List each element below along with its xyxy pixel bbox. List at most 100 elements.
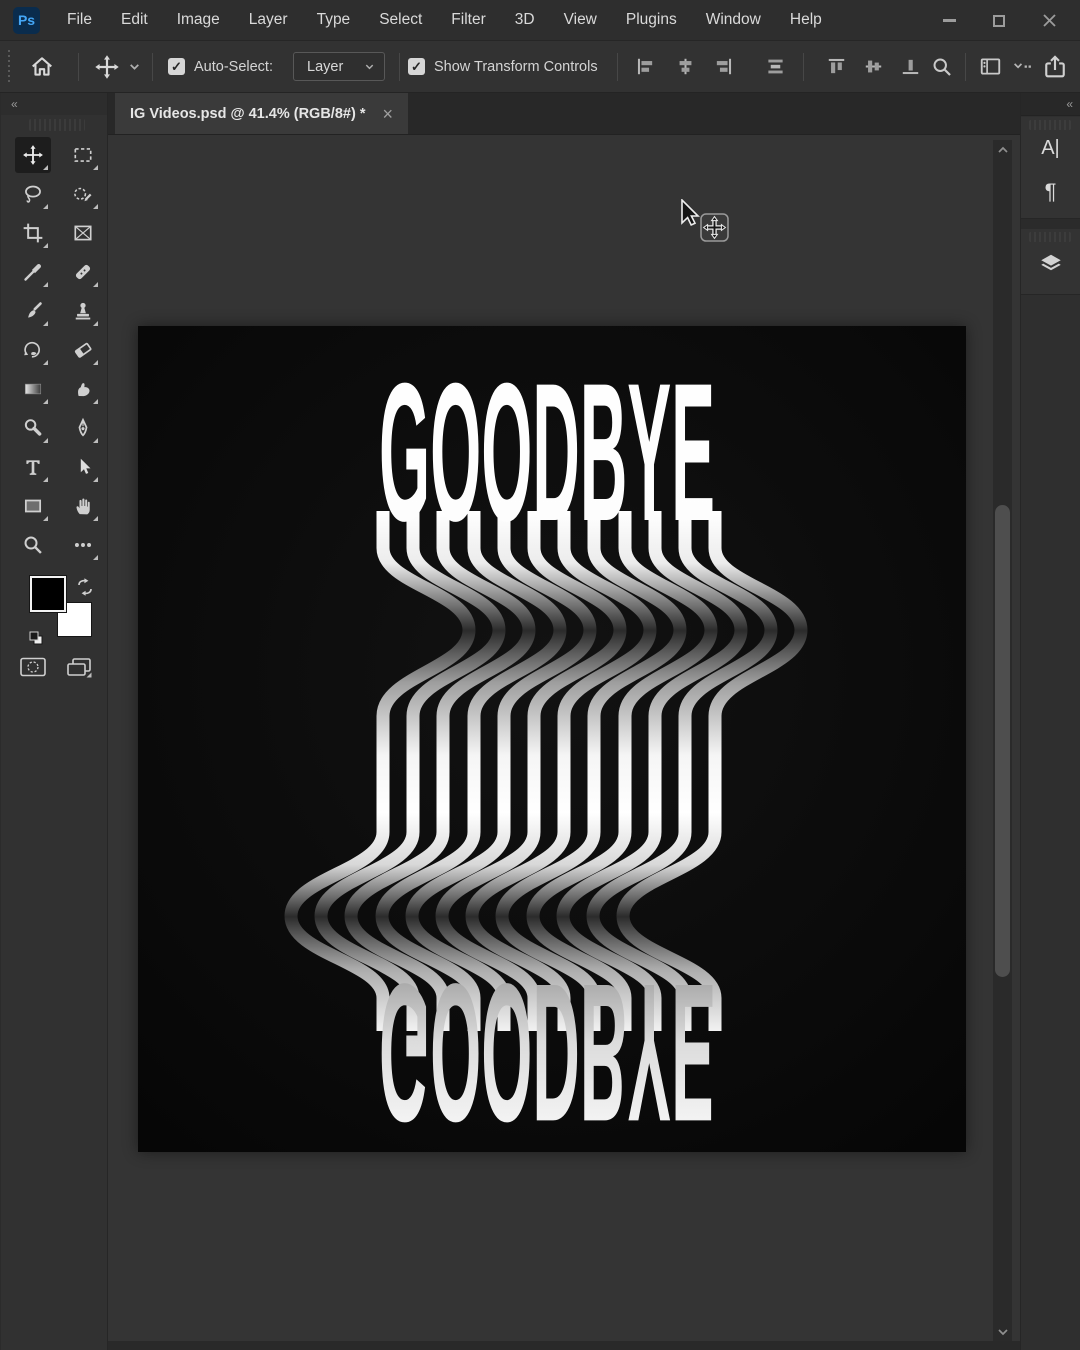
tool-hand[interactable]: [65, 488, 101, 524]
tool-path-selection[interactable]: [65, 449, 101, 485]
tool-eraser[interactable]: [65, 332, 101, 368]
type-icon: [22, 456, 44, 478]
align-left-button[interactable]: [636, 41, 655, 92]
home-button[interactable]: [30, 41, 54, 92]
align-top-icon: [827, 57, 846, 76]
checkbox-checked-icon: ✓: [408, 58, 425, 75]
more-options-button[interactable]: [1012, 41, 1033, 92]
tool-more-options[interactable]: [65, 527, 101, 563]
artwork-word-top-text: GOODBYE: [379, 341, 715, 561]
align-right-button[interactable]: [714, 41, 733, 92]
window-controls: [924, 0, 1074, 41]
photoshop-window: Ps File Edit Image Layer Type Select Fil…: [0, 0, 1080, 1350]
menu-3d[interactable]: 3D: [515, 11, 535, 29]
menu-help[interactable]: Help: [790, 11, 822, 29]
auto-select-target-dropdown[interactable]: Layer: [293, 41, 385, 92]
tool-rectangle[interactable]: [15, 488, 51, 524]
chevron-up-icon: [997, 146, 1009, 154]
dock-collapse-button[interactable]: «: [1021, 93, 1080, 116]
checkbox-checked-icon: ✓: [168, 58, 185, 75]
screen-mode-button[interactable]: [59, 653, 99, 681]
tool-frame[interactable]: [65, 215, 101, 251]
collapse-chevrons-icon: «: [1066, 97, 1072, 111]
tab-close-icon[interactable]: ×: [382, 105, 393, 123]
scrollbar-thumb[interactable]: [995, 505, 1010, 977]
character-panel-button[interactable]: A|: [1029, 129, 1072, 167]
paragraph-panel-icon: ¶: [1045, 179, 1057, 205]
tool-move[interactable]: [15, 137, 51, 173]
menu-type[interactable]: Type: [317, 11, 351, 29]
workspace-button[interactable]: [979, 41, 1002, 92]
tool-dodge[interactable]: [15, 410, 51, 446]
tool-eyedropper[interactable]: [15, 254, 51, 290]
align-right-icon: [714, 57, 733, 76]
canvas-area[interactable]: GOODBYE GOODBYE: [108, 135, 1020, 1350]
tool-type[interactable]: [15, 449, 51, 485]
close-icon: [1042, 13, 1057, 28]
tool-brush[interactable]: [15, 293, 51, 329]
crop-icon: [22, 222, 44, 244]
align-center-horizontal-button[interactable]: [676, 41, 695, 92]
align-search-button[interactable]: [931, 41, 953, 92]
close-button[interactable]: [1024, 0, 1074, 41]
document-artwork[interactable]: GOODBYE GOODBYE: [138, 326, 966, 1152]
layers-panel-group: [1021, 229, 1080, 295]
dock-group-separator: [1021, 219, 1080, 229]
clone-stamp-icon: [72, 300, 94, 322]
show-transform-checkbox[interactable]: ✓: [408, 41, 425, 92]
tool-gradient[interactable]: [15, 371, 51, 407]
default-colors-button[interactable]: [27, 629, 45, 647]
home-icon: [30, 55, 54, 79]
move-tool-preset-button[interactable]: [94, 41, 120, 92]
tool-pen[interactable]: [65, 410, 101, 446]
tool-healing-brush[interactable]: [65, 254, 101, 290]
tool-history-brush[interactable]: [15, 332, 51, 368]
menu-layer[interactable]: Layer: [249, 11, 288, 29]
tool-lasso[interactable]: [15, 176, 51, 212]
document-tab[interactable]: IG Videos.psd @ 41.4% (RGB/8#) * ×: [115, 93, 408, 134]
minimize-button[interactable]: [924, 0, 974, 41]
tool-crop[interactable]: [15, 215, 51, 251]
mouse-cursor: [680, 199, 736, 247]
distribute-vertical-button[interactable]: [766, 41, 785, 92]
menu-bar: Ps File Edit Image Layer Type Select Fil…: [0, 0, 1080, 41]
vertical-scrollbar[interactable]: [993, 140, 1012, 1342]
paragraph-panel-button[interactable]: ¶: [1029, 173, 1072, 211]
menu-plugins[interactable]: Plugins: [626, 11, 677, 29]
toolbar-collapse-button[interactable]: «: [1, 93, 107, 115]
maximize-icon: [993, 15, 1005, 27]
swap-colors-button[interactable]: [75, 577, 95, 597]
align-center-vertical-button[interactable]: [864, 41, 883, 92]
scroll-down-button[interactable]: [993, 1324, 1012, 1340]
align-bottom-button[interactable]: [901, 41, 920, 92]
tool-object-selection[interactable]: [65, 176, 101, 212]
maximize-button[interactable]: [974, 0, 1024, 41]
tool-clone-stamp[interactable]: [65, 293, 101, 329]
tool-zoom[interactable]: [15, 527, 51, 563]
align-top-button[interactable]: [827, 41, 846, 92]
chevron-more-icon: [1012, 56, 1033, 77]
menu-view[interactable]: View: [564, 11, 597, 29]
menu-image[interactable]: Image: [177, 11, 220, 29]
healing-brush-icon: [72, 261, 94, 283]
menu-filter[interactable]: Filter: [451, 11, 485, 29]
quick-mask-button[interactable]: [13, 653, 53, 681]
menu-file[interactable]: File: [67, 11, 92, 29]
object-selection-icon: [72, 183, 94, 205]
foreground-color-swatch[interactable]: [30, 576, 66, 612]
divider: [965, 53, 966, 81]
menu-edit[interactable]: Edit: [121, 11, 148, 29]
tool-smudge[interactable]: [65, 371, 101, 407]
options-bar-grip[interactable]: [8, 50, 10, 84]
scroll-up-button[interactable]: [993, 142, 1012, 158]
tool-preset-dropdown[interactable]: [128, 41, 141, 92]
lasso-icon: [22, 183, 44, 205]
menu-select[interactable]: Select: [379, 11, 422, 29]
menu-window[interactable]: Window: [706, 11, 761, 29]
tool-rectangular-marquee[interactable]: [65, 137, 101, 173]
auto-select-checkbox[interactable]: ✓: [168, 41, 185, 92]
align-center-horizontal-icon: [676, 57, 695, 76]
layers-panel-button[interactable]: [1029, 245, 1072, 283]
share-button[interactable]: [1042, 41, 1068, 92]
distribute-vertical-icon: [766, 57, 785, 76]
